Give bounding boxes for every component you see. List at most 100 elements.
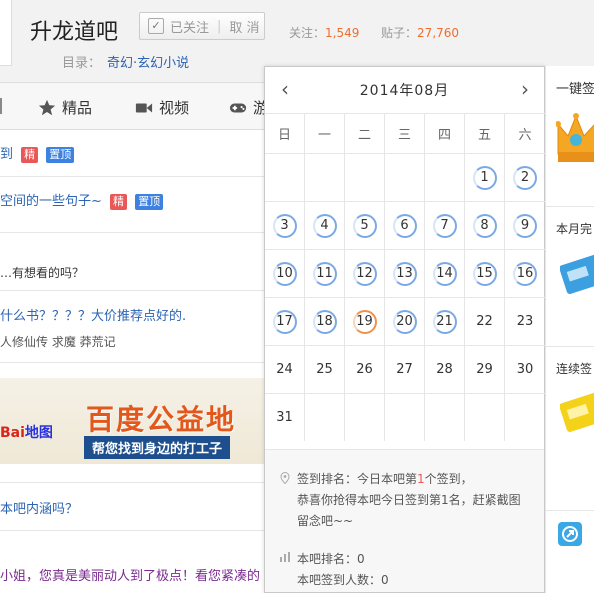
weekday-label: 四 <box>425 114 465 153</box>
calendar-day-cell[interactable]: 16 <box>505 250 545 297</box>
calendar-day-cell[interactable]: 18 <box>305 298 345 345</box>
forum-signers-line: 本吧签到人数：0 <box>297 573 389 587</box>
thread-title[interactable]: 什么书？？？？大价推荐点好的. <box>0 309 186 324</box>
calendar-day-cell[interactable]: 24 <box>265 346 305 393</box>
thread-title[interactable]: …有想看的吗？ <box>0 266 84 280</box>
signed-day-number: 2 <box>513 165 537 190</box>
calendar-day-cell[interactable]: 19 <box>345 298 385 345</box>
follow-toggle-button[interactable]: ✓ 已关注 | 取 消 <box>139 12 265 40</box>
follow-status-label: 已关注 <box>170 20 210 36</box>
thread-title[interactable]: 到 <box>0 147 13 162</box>
calendar-day-cell <box>385 154 425 201</box>
calendar-month-title: 2014年08月 <box>359 83 450 99</box>
calendar-day-cell[interactable]: 8 <box>465 202 505 249</box>
signed-day-number: 18 <box>312 309 337 334</box>
featured-badge: 精 <box>21 147 39 163</box>
calendar-day-cell[interactable]: 2 <box>505 154 545 201</box>
row-divider <box>0 176 265 177</box>
calendar-day-cell[interactable]: 12 <box>345 250 385 297</box>
share-icon[interactable] <box>558 522 582 546</box>
sign-in-info: 签到排名：今日本吧第1个签到， 恭喜你抢得本吧今日签到第1名，赶紧截图 留念吧~… <box>265 449 544 592</box>
calendar-day-cell <box>425 154 465 201</box>
thread-item[interactable]: …有想看的吗？ <box>0 264 84 281</box>
pinned-badge: 置顶 <box>135 194 164 210</box>
weekday-label: 六 <box>518 128 532 143</box>
signed-day-number: 16 <box>513 261 537 286</box>
row-divider <box>0 530 265 531</box>
calendar-day-cell[interactable]: 21 <box>425 298 465 345</box>
calendar-day-cell[interactable]: 6 <box>385 202 425 249</box>
signed-day-number: 9 <box>513 213 537 238</box>
signed-day-number: 1 <box>472 165 497 190</box>
thread-title[interactable]: 小姐，您真是美丽动人到了极点！看您紧凑的 <box>0 569 260 584</box>
tab-featured[interactable]: 精品 <box>38 97 92 118</box>
thread-item[interactable]: 本吧内涵吗？ <box>0 498 78 517</box>
calendar-day-cell <box>305 394 345 441</box>
rank-prefix: 签到排名：今日本吧第 <box>297 472 418 486</box>
unfollow-button[interactable]: 取 消 <box>229 17 259 36</box>
calendar-day-cell[interactable]: 23 <box>505 298 545 345</box>
calendar-grid: 日一二三四五六 1 2 3 4 5 6 7 8 9 10 11 12 13 14 15 16 17 18 19 20 21… <box>265 113 545 441</box>
thread-item[interactable]: 什么书？？？？大价推荐点好的. <box>0 305 186 324</box>
weekday-label: 二 <box>345 114 385 153</box>
featured-badge: 精 <box>110 194 128 210</box>
check-icon: ✓ <box>148 18 164 34</box>
thread-item[interactable]: 到 精 置顶 <box>0 143 75 163</box>
calendar-week-row: 3456789 <box>265 201 545 249</box>
forum-rank-line: 本吧排名：0 <box>297 552 365 566</box>
signed-day-number: 14 <box>432 261 457 286</box>
tab-games[interactable]: 游 <box>229 97 268 118</box>
location-pin-icon <box>280 472 290 484</box>
signed-day-number: 5 <box>352 213 377 238</box>
sign-in-side-panel: 一键签 本月完 连续签 <box>545 66 594 593</box>
crown-icon <box>556 113 594 162</box>
day-number: 22 <box>476 314 493 329</box>
calendar-day-cell[interactable]: 10 <box>265 250 305 297</box>
baidu-map-ad-banner[interactable]: Bai地图 百度公益地 帮您找到身边的打工子 <box>0 378 265 464</box>
weekday-label: 日 <box>265 114 305 153</box>
calendar-day-cell[interactable]: 17 <box>265 298 305 345</box>
one-click-sign-title[interactable]: 一键签 <box>556 78 594 97</box>
calendar-day-cell[interactable]: 28 <box>425 346 465 393</box>
calendar-day-cell[interactable]: 4 <box>305 202 345 249</box>
banner-title: 百度公益地 <box>86 403 237 436</box>
thread-item[interactable]: 空间的一些句子~ 精 置顶 <box>0 190 164 210</box>
calendar-day-cell[interactable]: 31 <box>265 394 305 441</box>
forum-name[interactable]: 升龙道吧 <box>30 14 118 46</box>
forum-avatar[interactable] <box>0 0 12 66</box>
calendar-day-cell[interactable]: 3 <box>265 202 305 249</box>
thread-item[interactable]: 小姐，您真是美丽动人到了极点！看您紧凑的 <box>0 565 260 584</box>
calendar-day-cell[interactable]: 11 <box>305 250 345 297</box>
calendar-day-cell[interactable]: 20 <box>385 298 425 345</box>
weekday-label: 三 <box>385 114 425 153</box>
calendar-day-cell[interactable]: 15 <box>465 250 505 297</box>
calendar-day-cell[interactable]: 30 <box>505 346 545 393</box>
signed-day-number: 13 <box>392 261 417 286</box>
calendar-day-cell <box>345 154 385 201</box>
thread-excerpt-text: 人修仙传 求魔 莽荒记 <box>0 335 116 349</box>
calendar-day-cell[interactable]: 14 <box>425 250 465 297</box>
sign-in-calendar-popup: ‹ 2014年08月 › 日一二三四五六 1 2 3 4 5 6 7 8 9 10 11 12 13 14 1… <box>264 66 545 593</box>
chevron-right-icon[interactable]: › <box>515 77 535 101</box>
tab-video[interactable]: 视频 <box>135 97 189 118</box>
sign-ticket-icon <box>560 392 594 432</box>
calendar-day-cell[interactable]: 22 <box>465 298 505 345</box>
calendar-day-cell[interactable]: 27 <box>385 346 425 393</box>
calendar-day-cell[interactable]: 9 <box>505 202 545 249</box>
calendar-day-cell[interactable]: 7 <box>425 202 465 249</box>
thread-title[interactable]: 本吧内涵吗？ <box>0 502 78 517</box>
catalog-link[interactable]: 奇幻·玄幻小说 <box>107 56 189 71</box>
calendar-week-row: 31 <box>265 393 545 441</box>
calendar-day-cell[interactable]: 25 <box>305 346 345 393</box>
weekday-header-row: 日一二三四五六 <box>265 113 545 153</box>
thread-title[interactable]: 空间的一些句子~ <box>0 194 102 209</box>
calendar-day-cell[interactable]: 26 <box>345 346 385 393</box>
calendar-day-cell[interactable]: 1 <box>465 154 505 201</box>
calendar-day-cell[interactable]: 13 <box>385 250 425 297</box>
gamepad-icon <box>229 103 247 112</box>
pinned-badge: 置顶 <box>46 147 75 163</box>
calendar-day-cell[interactable]: 29 <box>465 346 505 393</box>
calendar-day-cell[interactable]: 5 <box>345 202 385 249</box>
follow-separator: | <box>217 18 222 34</box>
tab-featured-label: 精品 <box>62 99 93 117</box>
